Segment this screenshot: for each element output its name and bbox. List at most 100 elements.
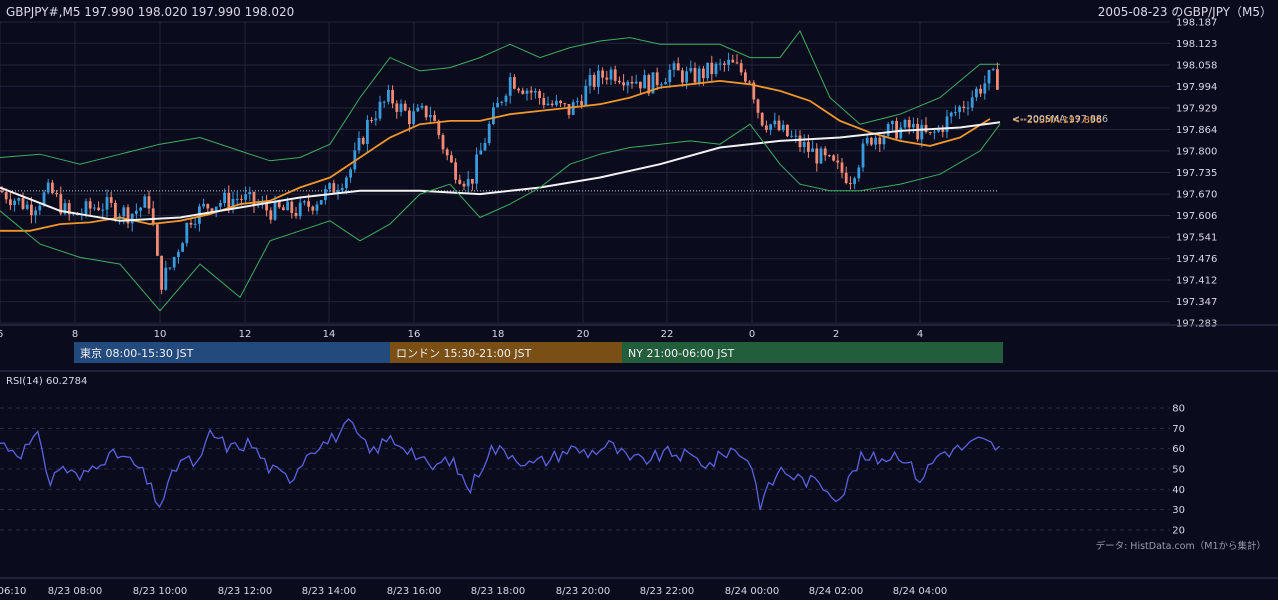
candle-body bbox=[798, 135, 802, 148]
candle-body bbox=[991, 69, 995, 71]
candle-body bbox=[853, 178, 856, 185]
candle-body bbox=[580, 101, 583, 106]
candle-body bbox=[643, 75, 646, 89]
x-tick-label: 14 bbox=[323, 329, 336, 340]
candle-body bbox=[382, 101, 386, 103]
candle-body bbox=[563, 103, 567, 105]
y-tick-label: 197.670 bbox=[1176, 190, 1217, 201]
candle-body bbox=[21, 198, 25, 209]
candle-body bbox=[966, 107, 970, 109]
y-tick-label: 197.606 bbox=[1176, 211, 1217, 222]
candle-body bbox=[168, 267, 172, 269]
candle-body bbox=[420, 105, 424, 108]
candle-body bbox=[756, 99, 760, 113]
candle-body bbox=[920, 124, 924, 140]
candle-body bbox=[517, 88, 520, 91]
candle-body bbox=[51, 182, 54, 194]
candle-body bbox=[433, 115, 436, 121]
candle-body bbox=[185, 222, 189, 244]
candle-body bbox=[496, 102, 499, 108]
time-axis-label: 8/24 00:00 bbox=[725, 586, 779, 597]
candle-body bbox=[151, 208, 155, 225]
candle-body bbox=[819, 148, 823, 164]
symbol-info: GBPJPY#,M5 197.990 198.020 197.990 198.0… bbox=[6, 5, 294, 19]
candle-body bbox=[559, 100, 562, 104]
x-tick-label: 2 bbox=[833, 329, 839, 340]
x-tick-label: 4 bbox=[917, 329, 923, 340]
candle-body bbox=[576, 101, 579, 103]
time-axis-label: 8/23 14:00 bbox=[302, 586, 356, 597]
candle-body bbox=[114, 202, 117, 219]
candle-body bbox=[445, 149, 449, 156]
candle-body bbox=[723, 63, 726, 65]
candle-body bbox=[248, 192, 252, 195]
time-axis-label: 8/23 16:00 bbox=[387, 586, 441, 597]
candle-body bbox=[273, 200, 277, 220]
candle-body bbox=[836, 160, 840, 163]
candle-body bbox=[391, 89, 394, 104]
y-tick-label: 198.058 bbox=[1176, 60, 1217, 71]
session-label-0: 東京 08:00-15:30 JST bbox=[80, 346, 194, 360]
candle-body bbox=[374, 118, 378, 121]
candle-body bbox=[702, 68, 705, 79]
rsi-tick-label: 20 bbox=[1172, 526, 1185, 537]
candle-body bbox=[949, 112, 953, 117]
candle-body bbox=[454, 162, 457, 180]
candle-body bbox=[206, 204, 210, 209]
candle-body bbox=[815, 148, 819, 164]
candle-body bbox=[668, 69, 672, 83]
candle-body bbox=[164, 267, 168, 290]
candle-body bbox=[492, 107, 495, 125]
candle-body bbox=[504, 95, 508, 102]
y-tick-label: 197.735 bbox=[1176, 168, 1217, 179]
time-axis-label: 06:10 bbox=[0, 586, 26, 597]
candle-body bbox=[710, 62, 714, 75]
candle-body bbox=[286, 201, 289, 211]
candle-body bbox=[718, 63, 722, 65]
candle-body bbox=[870, 137, 873, 145]
y-tick-label: 197.347 bbox=[1176, 297, 1217, 308]
candle-body bbox=[84, 201, 88, 214]
candle-body bbox=[916, 123, 919, 140]
x-tick-label: 6 bbox=[0, 329, 3, 340]
candle-body bbox=[240, 198, 243, 200]
candle-body bbox=[172, 257, 176, 268]
candle-body bbox=[584, 85, 588, 106]
series-bollinger-upper bbox=[0, 30, 1000, 165]
candle-body bbox=[689, 67, 693, 72]
candle-body bbox=[139, 207, 142, 211]
candle-body bbox=[592, 74, 596, 87]
candle-body bbox=[840, 162, 844, 173]
candle-body bbox=[479, 150, 483, 155]
candle-body bbox=[395, 103, 399, 112]
candle-body bbox=[685, 71, 688, 83]
candle-body bbox=[521, 90, 525, 94]
candle-body bbox=[416, 107, 420, 112]
chart-canvas: 198.187 198.123 198.058 197.994 197.929 197.8… bbox=[0, 5, 1278, 597]
candle-body bbox=[639, 81, 642, 89]
candle-body bbox=[744, 72, 747, 82]
candle-body bbox=[861, 143, 865, 168]
candle-body bbox=[307, 201, 310, 207]
candle-body bbox=[534, 91, 537, 93]
candle-body bbox=[769, 124, 772, 130]
candle-body bbox=[97, 207, 100, 211]
y-tick-label: 198.123 bbox=[1176, 39, 1217, 50]
candle-body bbox=[315, 204, 319, 211]
main-price-plot bbox=[0, 30, 1001, 312]
candle-body bbox=[471, 178, 474, 184]
candle-body bbox=[487, 124, 491, 144]
candle-body bbox=[345, 177, 348, 189]
axes: 198.187 198.123 198.058 197.994 197.929 197.8… bbox=[0, 18, 1278, 597]
candle-body bbox=[828, 155, 831, 157]
candle-body bbox=[626, 81, 630, 86]
candle-body bbox=[693, 67, 697, 83]
candle-body bbox=[156, 224, 159, 256]
candle-body bbox=[46, 182, 50, 193]
candle-body bbox=[634, 81, 638, 84]
candle-body bbox=[878, 137, 882, 145]
candle-body bbox=[622, 82, 625, 86]
rsi-tick-label: 80 bbox=[1172, 404, 1185, 415]
candle-body bbox=[655, 72, 659, 85]
candle-body bbox=[727, 59, 730, 65]
